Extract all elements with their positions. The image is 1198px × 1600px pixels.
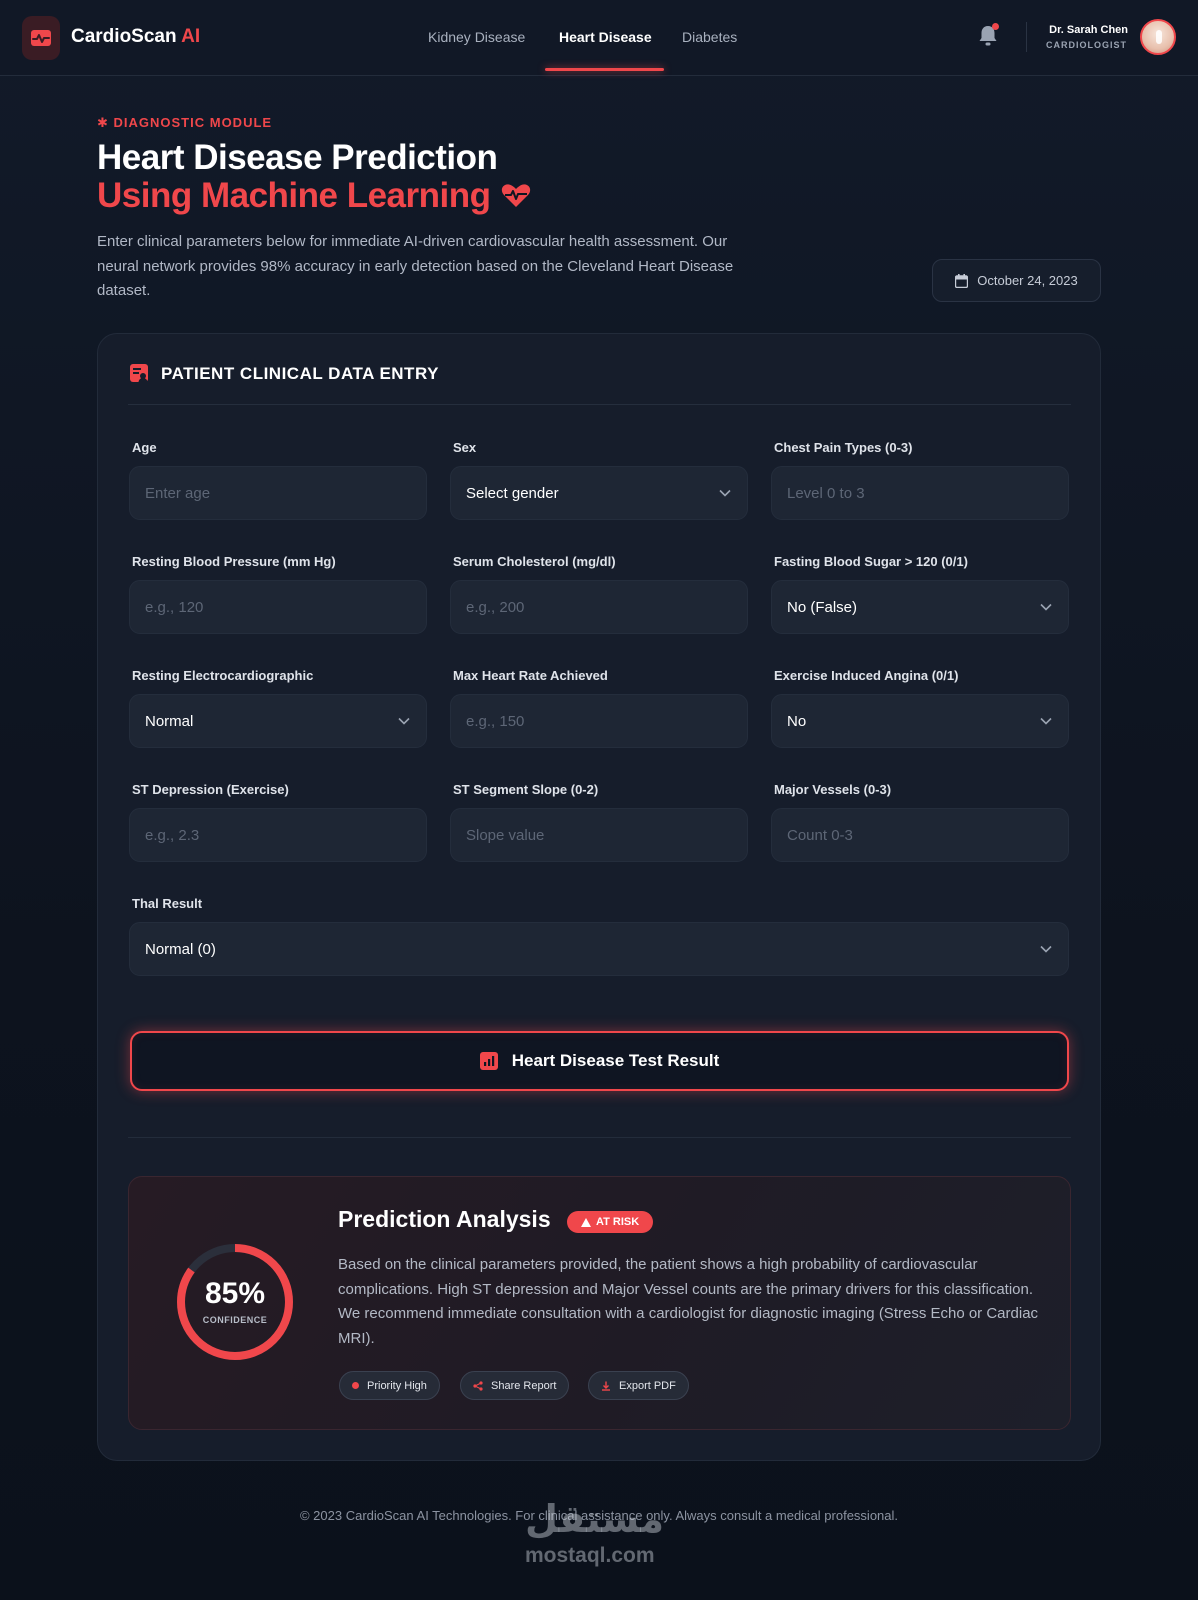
major-vessels-input[interactable]: Count 0-3: [771, 808, 1069, 862]
resting-ecg-select[interactable]: Normal: [129, 694, 427, 748]
nav-divider: [1026, 22, 1027, 52]
analysis-title: Prediction Analysis: [338, 1206, 551, 1232]
resting-bp-label: Resting Blood Pressure (mm Hg): [132, 554, 336, 569]
thal-value: Normal (0): [145, 940, 216, 958]
calendar-icon: [955, 273, 969, 288]
user-name: Dr. Sarah Chen: [1049, 24, 1128, 36]
chevron-down-icon: [398, 717, 410, 725]
chest-pain-input[interactable]: Level 0 to 3: [771, 466, 1069, 520]
heart-pulse-icon: [31, 30, 51, 46]
active-tab-indicator: [545, 68, 664, 71]
major-vessels-label: Major Vessels (0-3): [774, 782, 892, 797]
watermark-arabic: مستقل: [525, 1499, 664, 1541]
result-divider: [128, 1137, 1071, 1138]
major-vessels-placeholder: Count 0-3: [787, 826, 853, 844]
tab-diabetes[interactable]: Diabetes: [682, 29, 737, 45]
status-badge-text: AT RISK: [596, 1216, 640, 1228]
priority-high-button[interactable]: Priority High: [339, 1371, 440, 1400]
st-depression-input[interactable]: e.g., 2.3: [129, 808, 427, 862]
resting-ecg-label: Resting Electrocardiographic: [132, 668, 314, 683]
st-slope-input[interactable]: Slope value: [450, 808, 748, 862]
test-result-button[interactable]: Heart Disease Test Result: [130, 1031, 1069, 1091]
thal-label: Thal Result: [132, 896, 203, 911]
share-report-button[interactable]: Share Report: [460, 1371, 570, 1400]
top-navigation-bar: CardioScan AI Kidney Disease Heart Disea…: [0, 0, 1198, 76]
st-depression-label: ST Depression (Exercise): [132, 782, 289, 797]
brand-accent: AI: [176, 26, 201, 47]
fasting-sugar-value: No (False): [787, 598, 858, 616]
resting-ecg-value: Normal: [145, 712, 194, 730]
st-slope-label: ST Segment Slope (0-2): [453, 782, 599, 797]
chevron-down-icon: [1040, 945, 1052, 953]
intro-text: Enter clinical parameters below for imme…: [97, 233, 734, 299]
thal-select[interactable]: Normal (0): [129, 922, 1069, 976]
cholesterol-input[interactable]: e.g., 200: [450, 580, 748, 634]
chevron-down-icon: [719, 489, 731, 497]
angina-label: Exercise Induced Angina (0/1): [774, 668, 959, 683]
module-eyebrow: ✱ DIAGNOSTIC MODULE: [97, 115, 272, 131]
age-placeholder: Enter age: [145, 484, 211, 502]
heart-monitor-icon: [501, 184, 530, 207]
asterisk-icon: ✱: [97, 115, 114, 130]
page-title-line2: Using Machine Learning: [97, 176, 531, 216]
cholesterol-placeholder: e.g., 200: [466, 598, 525, 616]
max-heart-rate-input[interactable]: e.g., 150: [450, 694, 748, 748]
section-title: PATIENT CLINICAL DATA ENTRY: [161, 364, 439, 383]
confidence-label: CONFIDENCE: [202, 1315, 268, 1325]
page-title-line1: Heart Disease Prediction: [97, 138, 498, 177]
export-pdf-button[interactable]: Export PDF: [588, 1371, 689, 1400]
tab-kidney-disease[interactable]: Kidney Disease: [428, 29, 525, 45]
cholesterol-label: Serum Cholesterol (mg/dl): [453, 554, 616, 569]
chest-pain-placeholder: Level 0 to 3: [787, 484, 865, 502]
bar-chart-icon: [479, 1052, 498, 1070]
watermark-latin: mostaql.com: [525, 1544, 655, 1567]
avatar[interactable]: [1140, 19, 1176, 55]
title-line2-text: Using Machine Learning: [97, 176, 491, 215]
sex-select[interactable]: Select gender: [450, 466, 748, 520]
confidence-value: 85%: [204, 1277, 266, 1310]
age-label: Age: [132, 440, 157, 455]
age-input[interactable]: Enter age: [129, 466, 427, 520]
sex-label: Sex: [453, 440, 477, 455]
warning-icon: [581, 1217, 591, 1227]
fasting-sugar-select[interactable]: No (False): [771, 580, 1069, 634]
angina-select[interactable]: No: [771, 694, 1069, 748]
section-divider: [128, 404, 1071, 405]
analysis-text: Based on the clinical parameters provide…: [338, 1256, 1039, 1347]
notification-dot: [992, 23, 999, 30]
resting-bp-placeholder: e.g., 120: [145, 598, 204, 616]
eyebrow-text: DIAGNOSTIC MODULE: [113, 115, 273, 130]
brand-name[interactable]: CardioScan AI: [71, 26, 200, 48]
share-label: Share Report: [491, 1379, 557, 1392]
sex-value: Select gender: [466, 484, 559, 502]
section-header: PATIENT CLINICAL DATA ENTRY: [130, 364, 439, 384]
fasting-sugar-label: Fasting Blood Sugar > 120 (0/1): [774, 554, 968, 569]
status-badge: AT RISK: [567, 1211, 654, 1233]
dot-icon: [352, 1382, 359, 1389]
st-depression-placeholder: e.g., 2.3: [145, 826, 200, 844]
patient-record-icon: [130, 364, 148, 382]
user-role: CARDIOLOGIST: [1046, 40, 1127, 50]
date-text: October 24, 2023: [977, 273, 1078, 288]
tab-heart-disease[interactable]: Heart Disease: [559, 29, 652, 45]
chest-pain-label: Chest Pain Types (0-3): [774, 440, 913, 455]
download-icon: [602, 1381, 610, 1391]
resting-bp-input[interactable]: e.g., 120: [129, 580, 427, 634]
max-heart-rate-placeholder: e.g., 150: [466, 712, 525, 730]
chevron-down-icon: [1040, 603, 1052, 611]
share-icon: [473, 1380, 483, 1391]
date-chip[interactable]: October 24, 2023: [932, 259, 1101, 302]
test-result-label: Heart Disease Test Result: [511, 1051, 720, 1070]
chevron-down-icon: [1040, 717, 1052, 725]
priority-label: Priority High: [367, 1379, 427, 1392]
brand-main: CardioScan: [71, 26, 177, 47]
export-label: Export PDF: [619, 1379, 676, 1392]
logo-mark[interactable]: [22, 16, 60, 60]
max-heart-rate-label: Max Heart Rate Achieved: [453, 668, 608, 683]
st-slope-placeholder: Slope value: [466, 826, 545, 844]
angina-value: No: [787, 712, 807, 730]
